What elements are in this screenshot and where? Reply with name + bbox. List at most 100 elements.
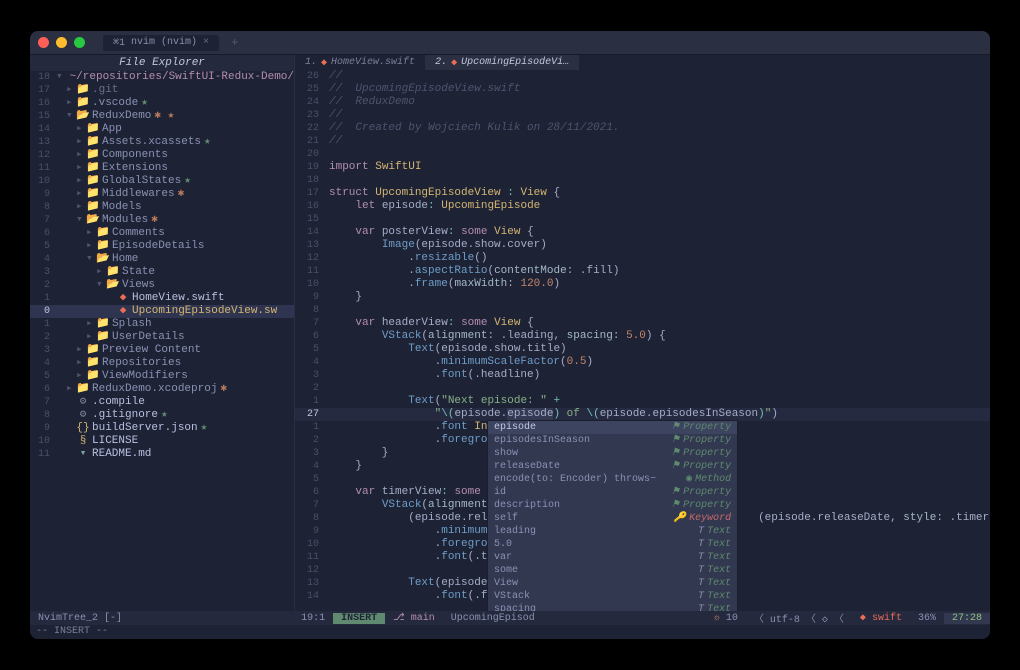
tree-row[interactable]: 14▸📁 App — [30, 123, 294, 136]
folder-icon: 📂 — [96, 253, 110, 266]
sw-icon: ◆ — [116, 292, 130, 305]
code-line[interactable]: 9 } — [295, 291, 990, 304]
completion-item[interactable]: id⚑Property — [488, 486, 737, 499]
swift-icon: ◆ — [451, 57, 457, 69]
code-area[interactable]: 26//25// UpcomingEpisodeView.swift24// R… — [295, 70, 990, 611]
tree-row[interactable]: 6▸📁 ReduxDemo.xcodeproj ✱ — [30, 383, 294, 396]
completion-item[interactable]: ViewTText — [488, 577, 737, 590]
code-line[interactable]: 12 .resizable() — [295, 252, 990, 265]
tree-row[interactable]: 17▸📁 .git — [30, 84, 294, 97]
code-line[interactable]: 4 .minimumScaleFactor(0.5) — [295, 356, 990, 369]
code-line[interactable]: 18 — [295, 174, 990, 187]
folder-icon: 📁 — [96, 331, 110, 344]
tree-row[interactable]: 4▾📂 Home — [30, 253, 294, 266]
tree-row[interactable]: 8⚙ .gitignore ★ — [30, 409, 294, 422]
tree-row[interactable]: 6▸📁 Comments — [30, 227, 294, 240]
completion-item[interactable]: episode⚑Property — [488, 421, 737, 434]
terminal-tab[interactable]: ⌘1 nvim (nvim) × — [103, 35, 219, 51]
tree-row[interactable]: 4▸📁 Repositories — [30, 357, 294, 370]
traffic-lights — [38, 37, 85, 48]
code-line[interactable]: 7 var headerView: some View { — [295, 317, 990, 330]
completion-item[interactable]: encode(to: Encoder) throws~◉Method — [488, 473, 737, 486]
code-line[interactable]: 5 Text(episode.show.title) — [295, 343, 990, 356]
tree-row[interactable]: 3▸📁 Preview Content — [30, 344, 294, 357]
completion-item[interactable]: episodesInSeason⚑Property — [488, 434, 737, 447]
tree-row[interactable]: 0◆ UpcomingEpisodeView.sw — [30, 305, 294, 318]
completion-item[interactable]: 5.0TText — [488, 538, 737, 551]
code-line[interactable]: 24// ReduxDemo — [295, 96, 990, 109]
tree-row[interactable]: 11▸📁 Extensions — [30, 162, 294, 175]
completion-item[interactable]: spacingTText — [488, 603, 737, 611]
completion-item[interactable]: description⚑Property — [488, 499, 737, 512]
tree-pos: 19:1 — [293, 613, 333, 624]
tab-close-icon[interactable]: × — [203, 37, 209, 48]
code-line[interactable]: 26// — [295, 70, 990, 83]
tree-row[interactable]: 2▾📂 Views — [30, 279, 294, 292]
code-line[interactable]: 22// Created by Wojciech Kulik on 28/11/… — [295, 122, 990, 135]
tree-row[interactable]: 5▸📁 EpisodeDetails — [30, 240, 294, 253]
completion-item[interactable]: varTText — [488, 551, 737, 564]
tree-row[interactable]: 12▸📁 Components — [30, 149, 294, 162]
completion-item[interactable]: show⚑Property — [488, 447, 737, 460]
tree-row[interactable]: 15▾📂 ReduxDemo ✱ ★ — [30, 110, 294, 123]
autocomplete-popup[interactable]: episode⚑PropertyepisodesInSeason⚑Propert… — [487, 420, 738, 611]
code-line[interactable]: 25// UpcomingEpisodeView.swift — [295, 83, 990, 96]
code-line[interactable]: 15 — [295, 213, 990, 226]
completion-item[interactable]: leadingTText — [488, 525, 737, 538]
completion-item[interactable]: releaseDate⚑Property — [488, 460, 737, 473]
code-line[interactable]: 8 — [295, 304, 990, 317]
folder-icon: 📁 — [76, 383, 90, 396]
code-line[interactable]: 16 let episode: UpcomingEpisode — [295, 200, 990, 213]
sidebar-title: File Explorer — [30, 55, 294, 71]
folder-icon: 📁 — [96, 240, 110, 253]
file-explorer: File Explorer 18▾ ~/repositories/SwiftUI… — [30, 55, 295, 611]
tree-row[interactable]: 3▸📁 State — [30, 266, 294, 279]
folder-icon: 📂 — [86, 214, 100, 227]
tree-row[interactable]: 2▸📁 UserDetails — [30, 331, 294, 344]
file-tree[interactable]: 18▾ ~/repositories/SwiftUI-Redux-Demo/17… — [30, 71, 294, 611]
tree-row[interactable]: 18▾ ~/repositories/SwiftUI-Redux-Demo/ — [30, 71, 294, 84]
tree-row[interactable]: 9▸📁 Middlewares ✱ — [30, 188, 294, 201]
editor-tab[interactable]: 1. ◆ HomeView.swift — [295, 55, 425, 70]
tree-row[interactable]: 9{} buildServer.json ★ — [30, 422, 294, 435]
editor-tab[interactable]: 2. ◆ UpcomingEpisodeVi… — [425, 55, 579, 70]
tree-row[interactable]: 1▸📁 Splash — [30, 318, 294, 331]
main: File Explorer 18▾ ~/repositories/SwiftUI… — [30, 55, 990, 611]
code-line[interactable]: 17struct UpcomingEpisodeView : View { — [295, 187, 990, 200]
code-line[interactable]: 23// — [295, 109, 990, 122]
code-line[interactable]: 14 var posterView: some View { — [295, 226, 990, 239]
tree-row[interactable]: 11▾ README.md — [30, 448, 294, 461]
tree-row[interactable]: 10▸📁 GlobalStates ★ — [30, 175, 294, 188]
minimize-icon[interactable] — [56, 37, 67, 48]
code-line[interactable]: 3 .font(.headline) — [295, 369, 990, 382]
zoom-icon[interactable] — [74, 37, 85, 48]
folder-icon: 📁 — [76, 84, 90, 97]
new-tab-button[interactable]: + — [225, 36, 244, 50]
tree-row[interactable]: 7▾📂 Modules ✱ — [30, 214, 294, 227]
tree-row[interactable]: 8▸📁 Models — [30, 201, 294, 214]
tree-row[interactable]: 13▸📁 Assets.xcassets ★ — [30, 136, 294, 149]
mode-indicator: INSERT — [333, 613, 385, 624]
code-line[interactable]: 10 .frame(maxWidth: 120.0) — [295, 278, 990, 291]
tree-row[interactable]: 10§ LICENSE — [30, 435, 294, 448]
tree-row[interactable]: 1◆ HomeView.swift — [30, 292, 294, 305]
completion-item[interactable]: VStackTText — [488, 590, 737, 603]
tree-row[interactable]: 7⚙ .compile — [30, 396, 294, 409]
titlebar: ⌘1 nvim (nvim) × + — [30, 31, 990, 55]
completion-item[interactable]: self🔑Keyword — [488, 512, 737, 525]
tree-row[interactable]: 16▸📁 .vscode ★ — [30, 97, 294, 110]
code-line[interactable]: 11 .aspectRatio(contentMode: .fill) — [295, 265, 990, 278]
tree-row[interactable]: 5▸📁 ViewModifiers — [30, 370, 294, 383]
completion-item[interactable]: someTText — [488, 564, 737, 577]
code-line[interactable]: 6 VStack(alignment: .leading, spacing: 5… — [295, 330, 990, 343]
close-icon[interactable] — [38, 37, 49, 48]
code-line[interactable]: 1 Text("Next episode: " + — [295, 395, 990, 408]
folder-icon: 📁 — [86, 357, 100, 370]
code-line[interactable]: 2 — [295, 382, 990, 395]
statusline: NvimTree_2 [-] 19:1 INSERT ⎇ main Upcomi… — [30, 611, 990, 625]
code-line[interactable]: 20 — [295, 148, 990, 161]
code-line[interactable]: 21// — [295, 135, 990, 148]
code-line[interactable]: 19import SwiftUI — [295, 161, 990, 174]
code-line[interactable]: 13 Image(episode.show.cover) — [295, 239, 990, 252]
folder-icon: 📁 — [86, 201, 100, 214]
